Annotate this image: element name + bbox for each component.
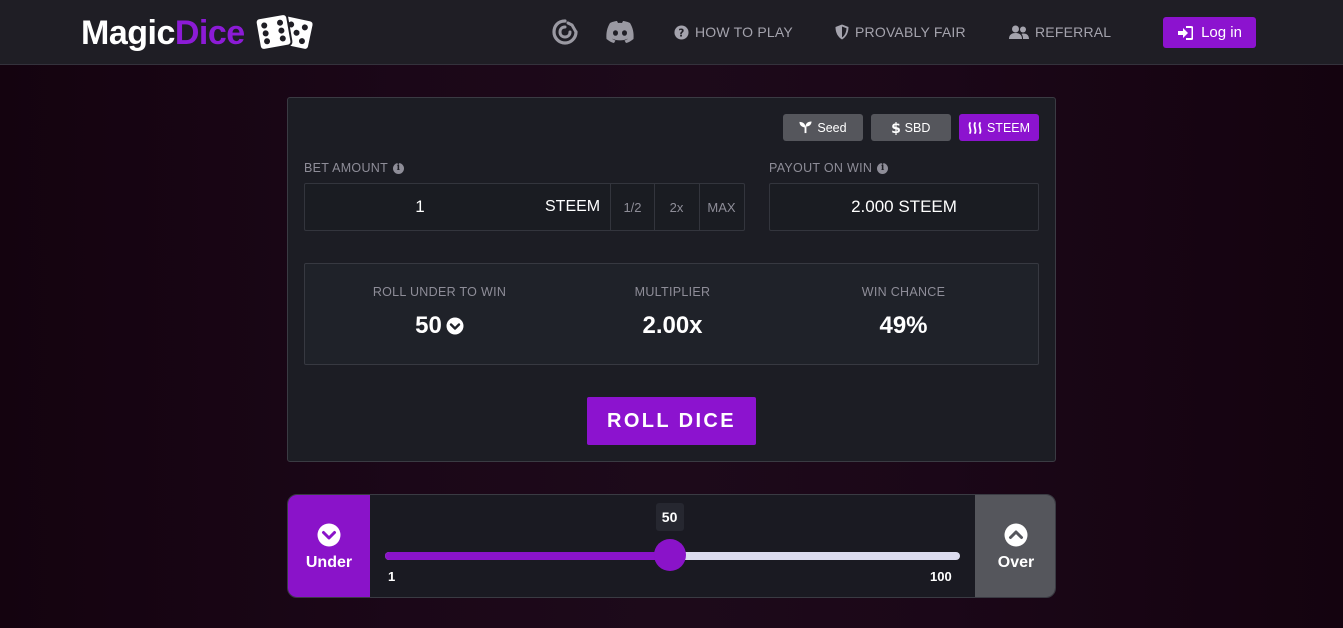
- bet-half-button[interactable]: 1/2: [610, 184, 654, 230]
- login-button-label: Log in: [1201, 24, 1242, 41]
- nav-referral-label: REFERRAL: [1035, 24, 1112, 40]
- svg-text:?: ?: [678, 27, 684, 39]
- bet-double-button[interactable]: 2x: [654, 184, 698, 230]
- slider-thumb[interactable]: [653, 539, 686, 571]
- bet-amount-field[interactable]: 1 STEEM 1/2 2x MAX: [304, 183, 745, 231]
- currency-button-seed[interactable]: Seed: [783, 114, 863, 141]
- info-icon[interactable]: i: [393, 162, 405, 174]
- win-chance-value: 49%: [879, 312, 928, 339]
- nav-provably-fair[interactable]: PROVABLY FAIR: [835, 21, 966, 43]
- logo-text: MagicDice: [81, 10, 245, 56]
- roll-dice-button[interactable]: ROLL DICE: [587, 397, 756, 445]
- slider-value-tooltip: 50: [655, 503, 684, 531]
- svg-text:$: $: [892, 121, 900, 135]
- slider-min-label: 1: [388, 569, 396, 584]
- bet-amount-unit: STEEM: [545, 198, 601, 215]
- nav-provably-fair-label: PROVABLY FAIR: [855, 24, 966, 40]
- currency-button-sbd-label: SBD: [904, 120, 931, 135]
- nav-how-to-play[interactable]: ? HOW TO PLAY: [674, 21, 793, 43]
- currency-button-steem-label: STEEM: [986, 120, 1031, 135]
- steem-logo-icon[interactable]: [550, 17, 580, 47]
- roll-under-value-row[interactable]: 50: [317, 312, 562, 340]
- info-icon[interactable]: i: [877, 162, 889, 174]
- users-icon: [1009, 25, 1029, 39]
- currency-button-seed-label: Seed: [817, 120, 847, 135]
- logo-text-dice: Dice: [174, 14, 245, 52]
- over-button-label: Over: [997, 553, 1035, 571]
- bet-card: Seed $ SBD STEEM BET AMOUNT i 1 STEEM 1/…: [287, 97, 1056, 462]
- logo-text-magic: Magic: [81, 14, 175, 52]
- under-button[interactable]: Under: [288, 495, 370, 597]
- payout-label: PAYOUT ON WIN i: [769, 161, 889, 175]
- under-button-label: Under: [305, 553, 353, 571]
- currency-button-steem[interactable]: STEEM: [959, 114, 1039, 141]
- bet-amount-label-text: BET AMOUNT: [304, 161, 389, 175]
- over-button[interactable]: Over: [975, 495, 1055, 597]
- currency-button-sbd[interactable]: $ SBD: [871, 114, 951, 141]
- top-navbar: MagicDice ? HOW TO PLAY PROVABLY FAIR RE…: [0, 0, 1343, 65]
- seedling-icon: [799, 121, 812, 134]
- roll-slider-panel: Under 50 1 100 Over: [287, 494, 1056, 598]
- login-button[interactable]: Log in: [1163, 17, 1256, 48]
- dice-logo-icon: [254, 13, 315, 51]
- roll-stats: ROLL UNDER TO WIN 50 MULTIPLIER 2.00x WI…: [304, 263, 1039, 365]
- slider-track-fill[interactable]: [385, 552, 670, 560]
- multiplier-value: 2.00x: [642, 312, 703, 339]
- chevron-circle-up-icon: [1004, 523, 1028, 546]
- discord-icon[interactable]: [604, 17, 636, 47]
- question-circle-icon: ?: [674, 24, 689, 40]
- win-chance-label: WIN CHANCE: [861, 285, 946, 299]
- bet-amount-label: BET AMOUNT i: [304, 161, 405, 175]
- slider-max-label: 100: [930, 569, 952, 584]
- nav-referral[interactable]: REFERRAL: [1009, 21, 1111, 43]
- sign-in-icon: [1178, 25, 1194, 40]
- roll-under-label: ROLL UNDER TO WIN: [372, 285, 507, 299]
- chevron-circle-down-icon: [317, 523, 341, 546]
- logo[interactable]: MagicDice: [81, 10, 325, 56]
- nav-how-to-play-label: HOW TO PLAY: [695, 24, 793, 40]
- bet-max-button[interactable]: MAX: [699, 184, 743, 230]
- payout-label-text: PAYOUT ON WIN: [769, 161, 873, 175]
- chevron-circle-down-icon[interactable]: [446, 317, 464, 335]
- dollar-icon: $: [892, 121, 900, 135]
- bet-amount-input[interactable]: 1: [305, 184, 535, 230]
- shield-icon: [835, 24, 849, 40]
- steem-icon: [968, 121, 982, 134]
- roll-under-value: 50: [415, 312, 442, 339]
- payout-value: 2.000 STEEM: [769, 183, 1039, 231]
- multiplier-label: MULTIPLIER: [634, 285, 711, 299]
